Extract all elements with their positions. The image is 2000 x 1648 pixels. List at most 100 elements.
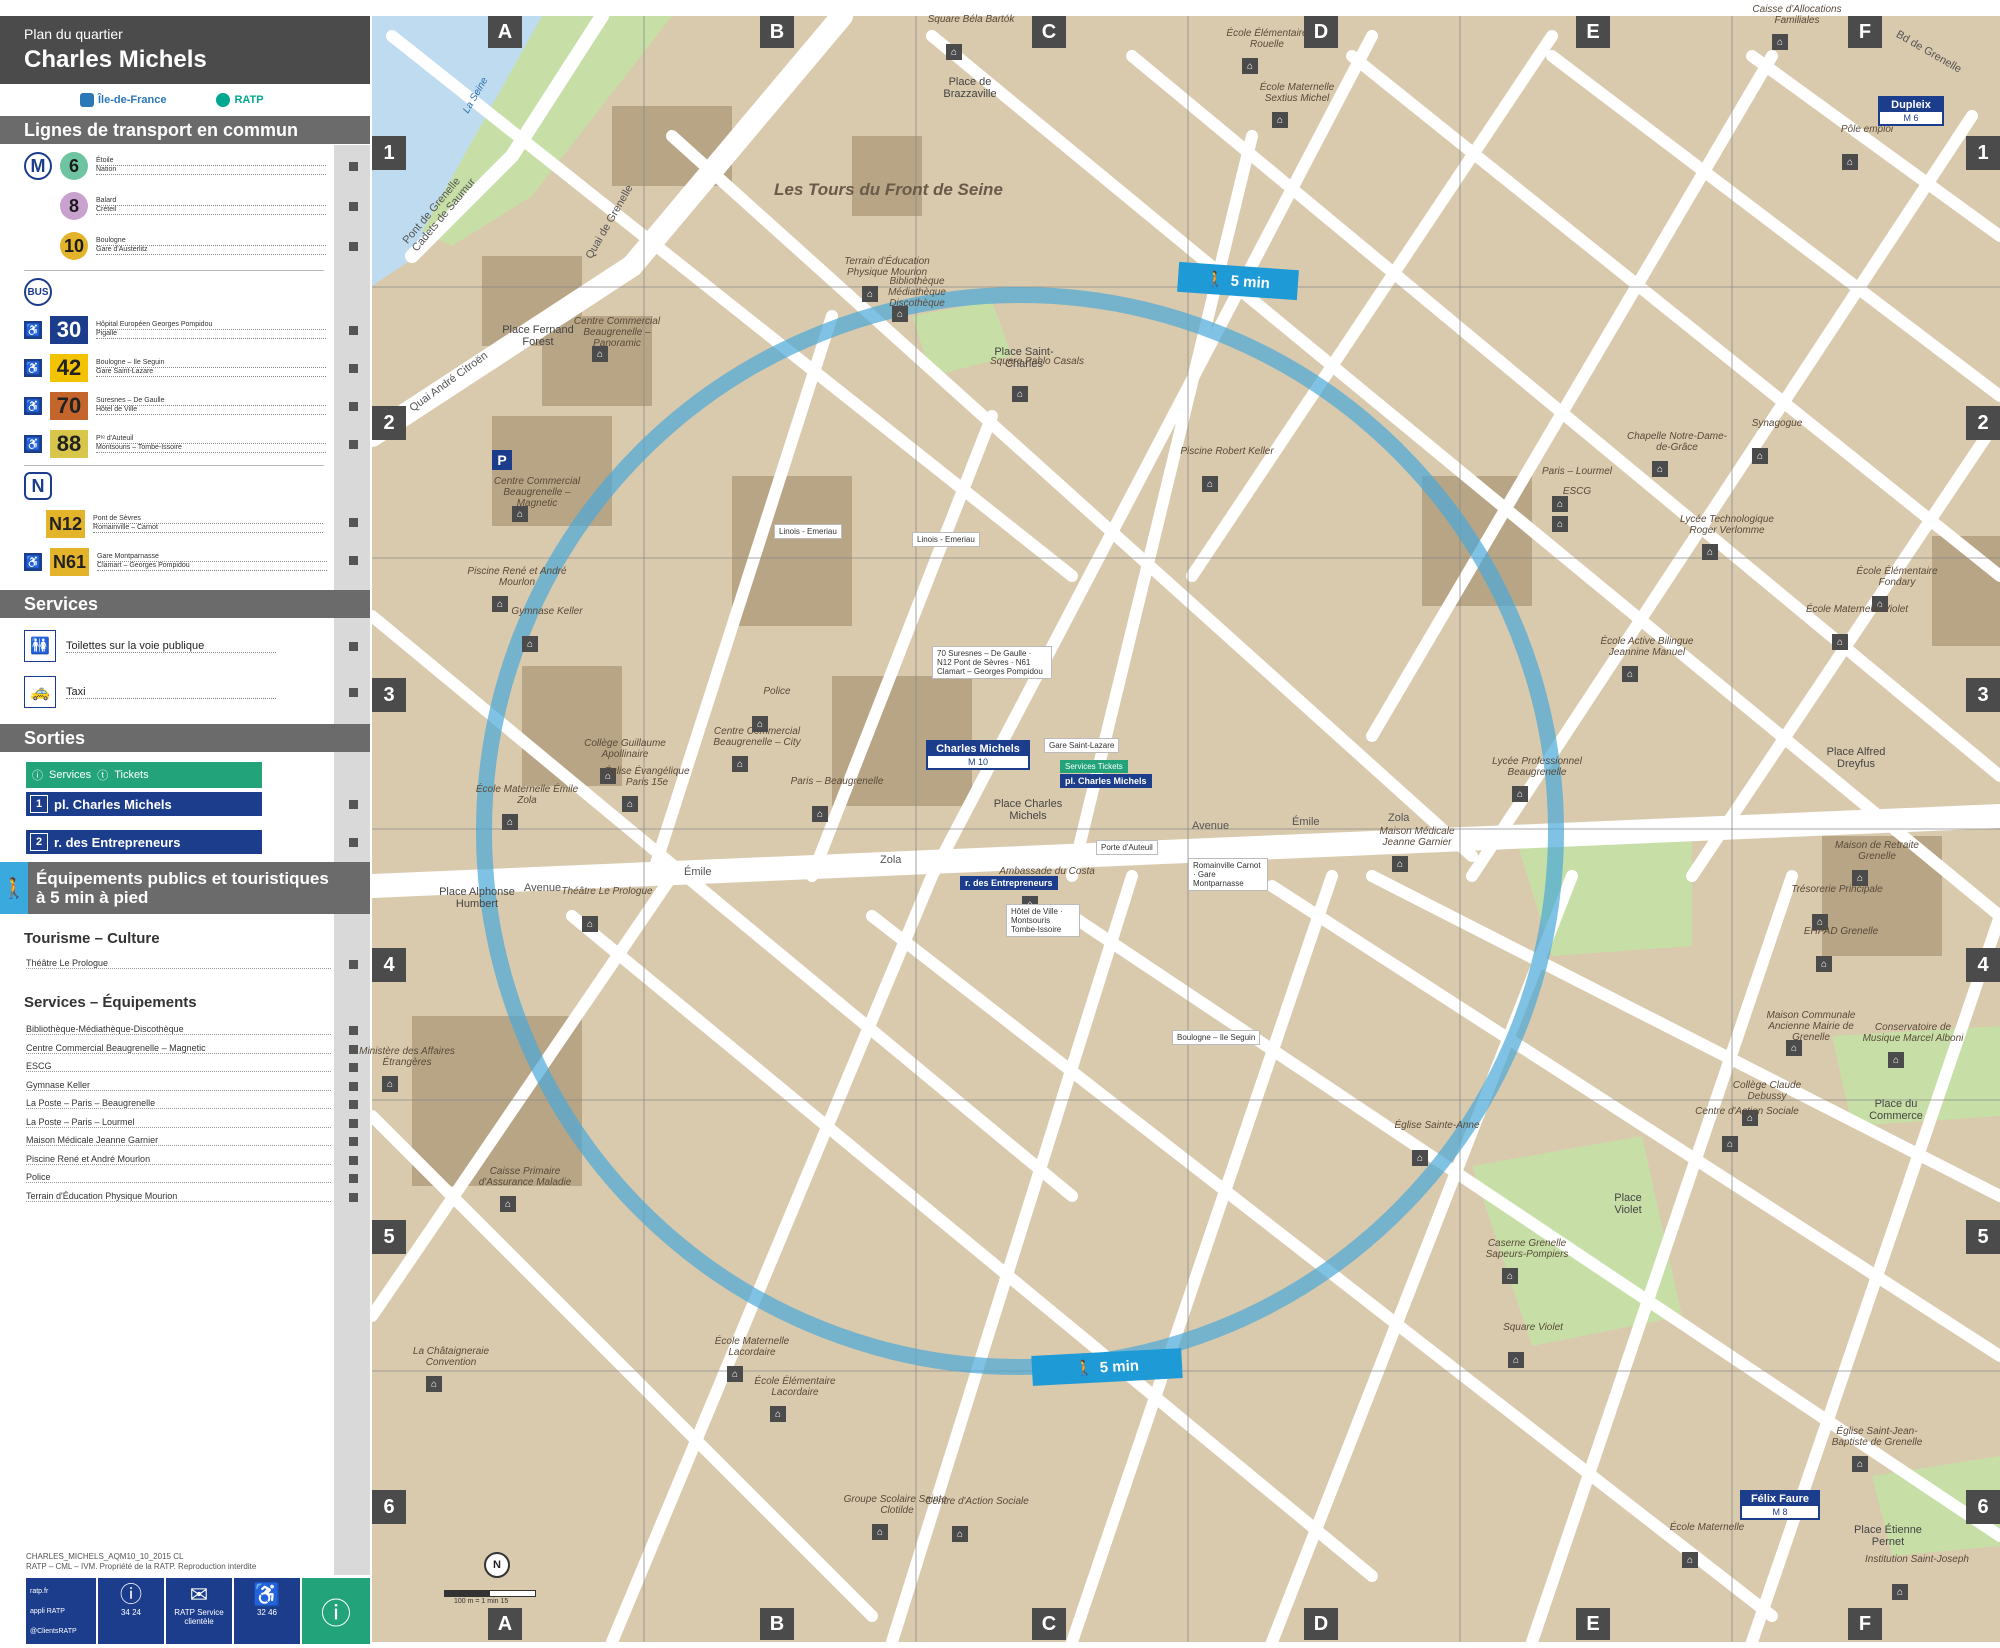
north-arrow-icon: N [484,1552,510,1578]
grid-row-label: 5 [372,1220,406,1254]
poi-icon: ⌂ [1852,1456,1868,1472]
poi-label: École Active Bilingue Jeannine Manuel [1600,636,1694,658]
poi-label: Paris – Lourmel [1541,466,1613,477]
wheelchair-icon: ♿ [24,553,42,571]
station-dupleix[interactable]: Dupleix M 6 [1878,96,1944,126]
exit-tickets-label: Tickets [114,769,149,781]
street-label: Émile [684,866,712,878]
poi-icon: ⌂ [1622,666,1638,682]
grid-reference-rail [334,145,370,1575]
services-tickets-tag: Services Tickets [1060,760,1128,773]
tourism-item: Théâtre Le Prologue [26,958,331,969]
stop-name: Linois - Emeriau [779,527,837,536]
poi-icon: ⌂ [1392,856,1408,872]
grid-ref-marker [349,800,358,809]
poi-label: Square Violet [1503,1322,1563,1333]
grid-col-label: C [1032,16,1066,48]
poi-label: École Maternelle Violet [1805,604,1909,615]
poi-icon: ⌂ [1892,1584,1908,1600]
footer-app[interactable]: appli RATP [30,1602,96,1622]
grid-col-label: A [488,16,522,48]
towers-label: Les Tours du Front de Seine [774,180,1003,199]
exit-label: pl. Charles Michels [54,796,172,812]
footer-web[interactable]: ratp.fr [30,1582,96,1602]
bus-line-badge: 70 [50,392,88,420]
station-name: Charles Michels [928,742,1028,756]
station-lines: M 10 [967,757,988,767]
equipment-item: Maison Médicale Jeanne Garnier [26,1135,331,1146]
bus-destinations: Pᵗᵉ d'Auteuil Montsouris – Tombe-Issoire [96,435,326,453]
poi-label: EHPAD Grenelle [1803,926,1879,937]
wheelchair-icon: ♿ [24,397,42,415]
poi-icon: ⌂ [946,44,962,60]
neighborhood-map[interactable]: A B C D E F A B C D E F 1 2 3 4 5 6 1 2 … [359,4,2000,1642]
poi-label: École Maternelle Émile Zola [475,784,579,806]
info-icon: ⓘ [119,1582,142,1607]
equipment-item: Police [26,1172,331,1183]
footer-info-phone[interactable]: ⓘ 34 24 [98,1578,164,1644]
poi-label: Maison de Retraite Grenelle [1835,840,1919,862]
metro-destinations: Balard Créteil [96,197,326,215]
metro-dest: Balard [96,197,326,206]
noctilien-dest: Romainville – Carnot [93,524,324,533]
map-subtitle: Plan du quartier [24,26,123,42]
equipment-item: Centre Commercial Beaugrenelle – Magneti… [26,1043,331,1054]
poi-label: Église Évangélique Paris 15e [604,766,690,788]
service-label: Taxi [66,686,276,699]
mail-icon: ✉ [189,1582,209,1607]
bus-stop-42: Gare Saint-Lazare [1044,738,1120,753]
poi-icon: ⌂ [1682,1552,1698,1568]
exit-1: 1 pl. Charles Michels [26,792,262,816]
taxi-icon: 🚕 [24,676,56,708]
metro-row-8: 8 Balard Créteil [60,192,326,220]
poi-icon: ⌂ [1012,386,1028,402]
poi-icon: ⌂ [1552,496,1568,512]
service-label: Toilettes sur la voie publique [66,640,276,653]
poi-label: ESCG [1562,486,1592,497]
station-felix-faure[interactable]: Félix Faure M 8 [1740,1490,1820,1520]
walk-time-label: 5 min [1099,1356,1140,1376]
noctilien-icon: N [24,472,52,500]
info-icon: ⓘ [32,770,43,782]
equipments-category: Services – Équipements [24,994,197,1011]
poi-icon: ⌂ [382,1076,398,1092]
grid-col-label: B [760,16,794,48]
street-label: Émile [1292,816,1320,828]
poi-label: Conservatoire de Musique Marcel Alboni [1862,1022,1964,1044]
footer-twitter[interactable]: @ClientsRATP [30,1622,96,1642]
bus-dest: Hôtel de Ville [96,406,326,415]
footer-contact[interactable]: ✉ RATP Service clientèle [166,1578,232,1644]
exit-services-tickets: ⓘ Services ⓣ Tickets [26,762,262,788]
poi-label: Caisse d'Allocations Familiales [1752,4,1842,26]
exit-number: 2 [30,833,48,851]
grid-ref-marker [349,1081,358,1091]
poi-icon: ⌂ [622,796,638,812]
place-label: Place Charles Michels [993,798,1063,822]
idf-logo: Île-de-France [80,93,166,107]
grid-row-label: 1 [1966,136,2000,170]
bus-line-badge: 30 [50,316,88,344]
metro-row-6: M 6 Étoile Nation [24,152,326,180]
poi-label: Église Sainte-Anne [1394,1120,1480,1131]
poi-label: Théâtre Le Prologue [561,886,653,897]
bus-stop-linois-2: Linois - Emeriau [912,532,980,547]
grid-ref-marker [349,202,358,211]
metro-line-badge: 8 [60,192,88,220]
footer-handicap-phone[interactable]: ♿ 32 46 [234,1578,300,1644]
metro-dest: Gare d'Austerlitz [96,246,326,255]
place-label: Place Alphonse Humbert [439,886,515,910]
poi-icon: ⌂ [1552,516,1568,532]
map-canvas[interactable] [372,16,2000,1642]
poi-label: Collège Guillaume Apollinaire [584,738,666,760]
poi-label: Synagogue [1751,418,1803,429]
bus-destinations: Boulogne – Ile Seguin Gare Saint-Lazare [96,359,326,377]
station-charles-michels[interactable]: Charles Michels M 10 [926,740,1030,770]
footer-links[interactable]: ratp.fr appli RATP @ClientsRATP [26,1578,96,1644]
poi-icon: ⌂ [770,1406,786,1422]
grid-ref-marker [349,556,358,565]
handicap-phone: 32 46 [256,1608,278,1617]
exit-label: r. des Entrepreneurs [54,834,181,850]
poi-label: Maison Communale Ancienne Mairie de Gren… [1766,1010,1856,1043]
poi-label: Terrain d'Éducation Physique Mourion [844,256,930,278]
section-services: Services [0,590,370,618]
